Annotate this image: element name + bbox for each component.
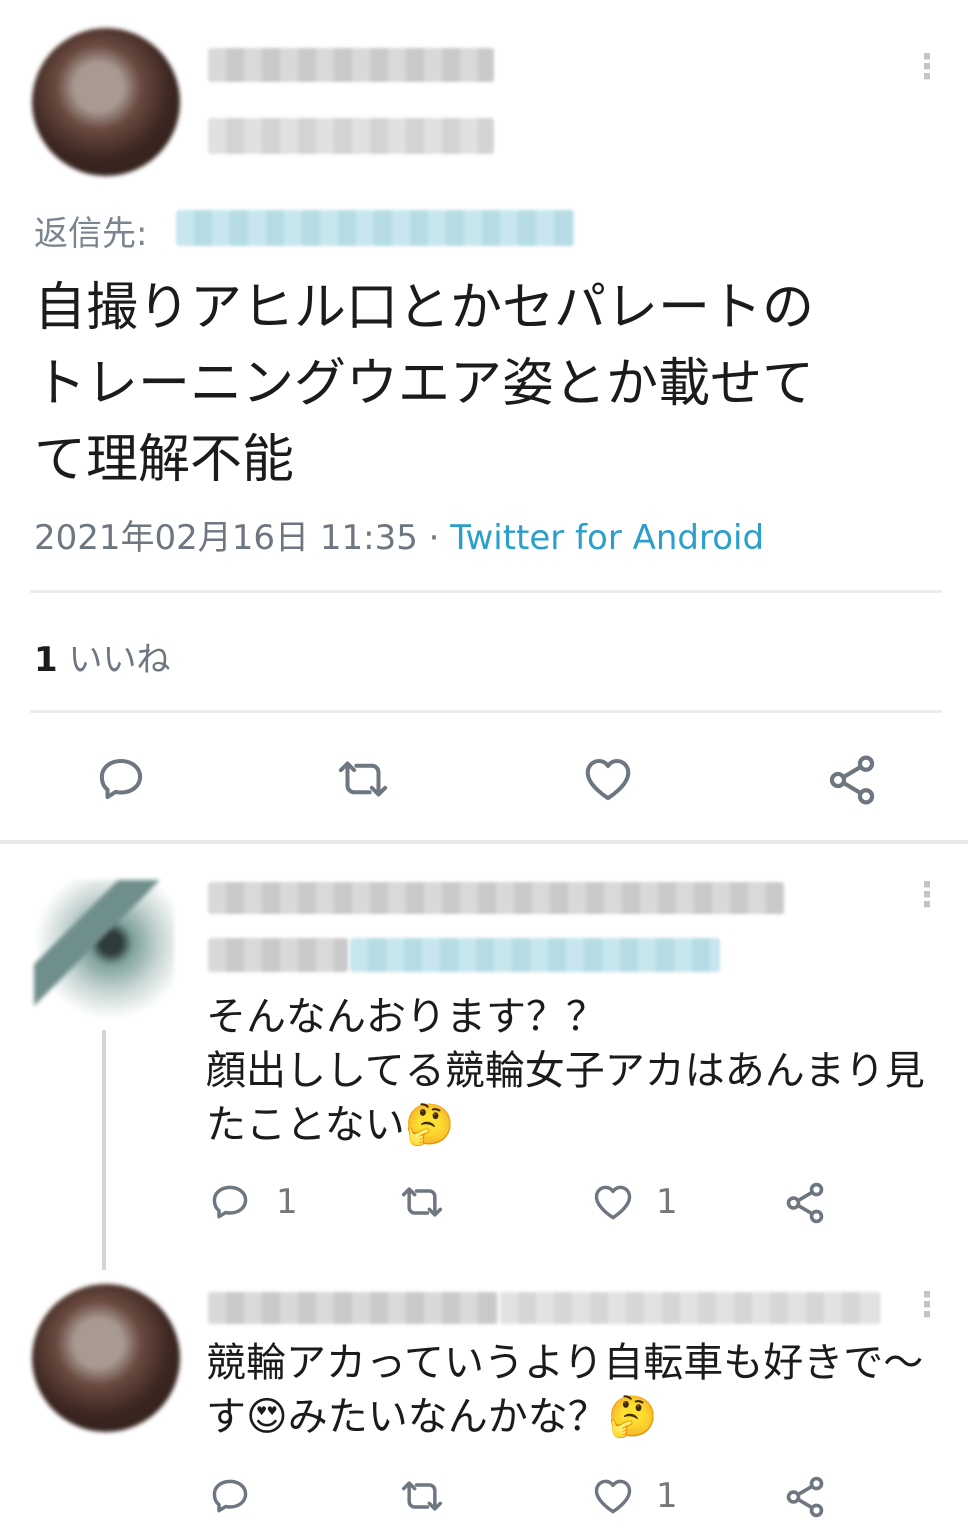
heart-eyes-emoji: 😍 — [246, 1394, 288, 1440]
likes-summary[interactable]: 1 いいね — [34, 632, 170, 681]
reply-text: 競輪アカっていうより自転車も好きで～ す😍みたいなんかな？🤔 — [206, 1340, 924, 1440]
more-vert-icon[interactable]: ⋮ — [910, 50, 944, 84]
like-count: 1 — [656, 1476, 678, 1516]
avatar[interactable] — [32, 28, 180, 176]
thinking-emoji: 🤔 — [607, 1394, 658, 1440]
retweet-icon[interactable] — [332, 752, 394, 806]
like-icon[interactable] — [590, 1180, 636, 1224]
avatar[interactable] — [32, 1284, 180, 1432]
section-divider — [0, 840, 968, 844]
source-link[interactable]: Twitter for Android — [450, 518, 764, 558]
thinking-emoji: 🤔 — [404, 1102, 455, 1148]
avatar[interactable] — [34, 880, 174, 1020]
like-count: 1 — [656, 1182, 678, 1222]
tweet-text: 自撮りアヒル口とかセパレートの トレーニングウエア姿とか載せて て理解不能 — [34, 278, 815, 490]
more-vert-icon[interactable]: ⋮ — [910, 878, 944, 912]
more-vert-icon[interactable]: ⋮ — [910, 1288, 944, 1322]
share-icon[interactable] — [782, 1180, 828, 1226]
reply-count: 1 — [276, 1182, 298, 1222]
retweet-icon[interactable] — [396, 1180, 448, 1224]
reply-to-handle[interactable] — [208, 938, 348, 972]
author-handle[interactable] — [500, 1292, 880, 1324]
divider — [30, 710, 942, 713]
author-handle[interactable] — [208, 118, 494, 154]
thread-line — [102, 1030, 106, 1270]
reply-icon[interactable] — [208, 1180, 252, 1224]
like-icon[interactable] — [590, 1474, 636, 1518]
reply-prefix: 返信先: — [34, 214, 148, 254]
tweet-meta: 2021年02月16日 11:35 · Twitter for Android — [34, 518, 765, 558]
retweet-icon[interactable] — [396, 1474, 448, 1518]
reply-to-handle[interactable] — [176, 210, 574, 246]
reply-icon[interactable] — [94, 752, 148, 806]
author-name[interactable] — [208, 882, 784, 914]
reply-to-handle[interactable] — [350, 938, 720, 972]
divider — [30, 590, 942, 593]
like-icon[interactable] — [580, 752, 636, 806]
author-name[interactable] — [208, 1292, 498, 1324]
reply-text: そんなんおります？？ 顔出ししてる競輪女子アカはあんまり見 たことない🤔 — [206, 994, 925, 1148]
share-icon[interactable] — [824, 752, 880, 808]
author-name[interactable] — [208, 48, 494, 82]
timestamp[interactable]: 2021年02月16日 11:35 — [34, 518, 418, 558]
share-icon[interactable] — [782, 1474, 828, 1520]
reply-icon[interactable] — [208, 1474, 252, 1518]
